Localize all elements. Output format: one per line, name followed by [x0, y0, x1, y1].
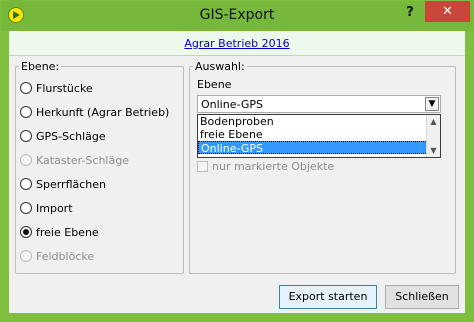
dropdown-list-item[interactable]: Online-GPS — [198, 141, 428, 155]
radio-label: Import — [36, 201, 73, 215]
dropdown-list-item[interactable]: Bodenproben — [198, 115, 440, 128]
marked-objects-label: nur markierte Objekte — [212, 160, 335, 173]
ebene-dropdown-list[interactable]: Bodenproben freie Ebene Online-GPS ▲ ▼ — [197, 114, 441, 158]
dialog-window: GIS-Export ? ✕ Agrar Betrieb 2016 Ebene:… — [0, 0, 474, 322]
radio-label: Flurstücke — [36, 81, 93, 95]
radio-label: Herkunft (Agrar Betrieb) — [36, 105, 170, 119]
farm-link[interactable]: Agrar Betrieb 2016 — [9, 37, 465, 50]
marked-objects-checkbox-row[interactable]: nur markierte Objekte — [197, 160, 334, 173]
close-window-button[interactable]: ✕ — [425, 1, 470, 22]
chevron-down-icon[interactable]: ▼ — [425, 97, 439, 111]
auswahl-group: Auswahl: Ebene Online-GPS ▼ Bodenproben f… — [189, 60, 456, 274]
ebene-label: Ebene — [197, 78, 232, 91]
ebene-option[interactable]: Herkunft (Agrar Betrieb) — [20, 104, 169, 120]
radio-label: freie Ebene — [36, 225, 99, 239]
radio-label: Sperrflächen — [36, 177, 107, 191]
title-bar[interactable]: GIS-Export ? ✕ — [1, 1, 473, 31]
ebene-option[interactable]: Import — [20, 200, 73, 216]
ebene-group: Ebene: Flurstücke Herkunft (Agrar Betrieb… — [15, 60, 184, 274]
combobox-value: Online-GPS — [201, 98, 263, 111]
radio-label: Feldblöcke — [36, 249, 95, 263]
ebene-option[interactable]: Flurstücke — [20, 80, 93, 96]
scroll-down-icon[interactable]: ▼ — [427, 144, 440, 157]
radio-button[interactable] — [20, 178, 32, 190]
radio-button[interactable] — [20, 226, 32, 238]
ebene-group-title: Ebene: — [19, 60, 62, 73]
radio-button[interactable] — [20, 202, 32, 214]
radio-button — [20, 154, 32, 166]
export-start-button[interactable]: Export starten — [279, 285, 377, 309]
radio-button — [20, 250, 32, 262]
ebene-option: Feldblöcke — [20, 248, 94, 264]
radio-label: GPS-Schläge — [36, 129, 106, 143]
radio-button[interactable] — [20, 130, 32, 142]
radio-button[interactable] — [20, 82, 32, 94]
dialog-client-area: Agrar Betrieb 2016 Ebene: Flurstücke Herk… — [9, 31, 465, 313]
ebene-option[interactable]: Sperrflächen — [20, 176, 106, 192]
auswahl-group-title: Auswahl: — [193, 60, 247, 73]
help-button[interactable]: ? — [400, 3, 420, 25]
header-banner: Agrar Betrieb 2016 — [9, 31, 465, 56]
radio-button[interactable] — [20, 106, 32, 118]
ebene-option[interactable]: freie Ebene — [20, 224, 99, 240]
scroll-up-icon[interactable]: ▲ — [427, 115, 440, 128]
ebene-combobox[interactable]: Online-GPS ▼ — [197, 95, 441, 113]
close-button[interactable]: Schließen — [385, 285, 459, 309]
dropdown-list-item[interactable]: freie Ebene — [198, 128, 440, 141]
ebene-option[interactable]: GPS-Schläge — [20, 128, 106, 144]
marked-objects-checkbox[interactable] — [197, 161, 208, 172]
ebene-option: Kataster-Schläge — [20, 152, 129, 168]
dropdown-scrollbar[interactable]: ▲ ▼ — [426, 115, 440, 157]
radio-label: Kataster-Schläge — [36, 153, 129, 167]
